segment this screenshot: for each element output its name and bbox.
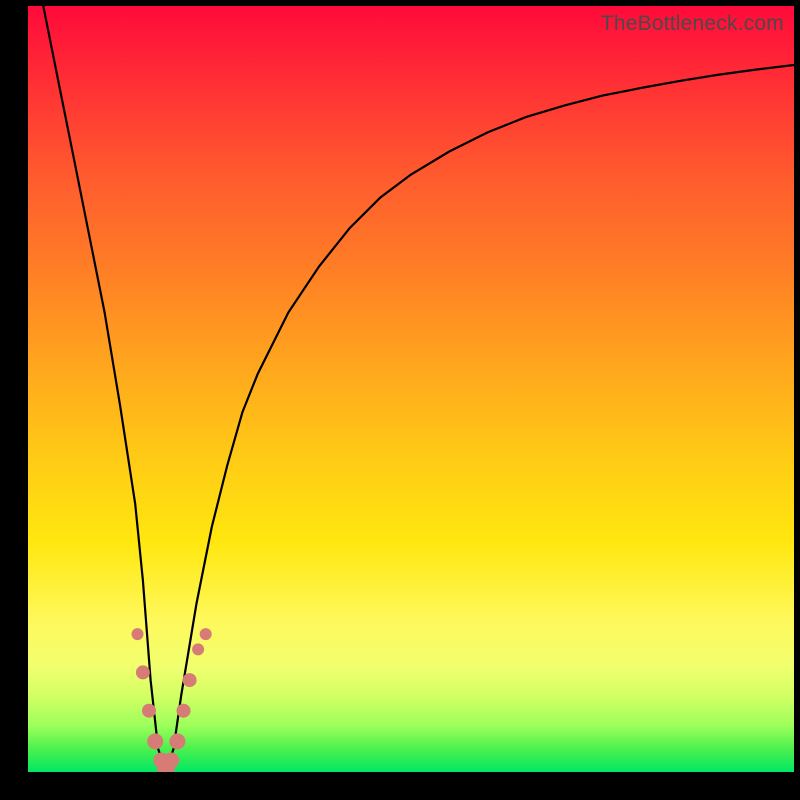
highlight-dot	[183, 673, 197, 687]
highlight-dot	[132, 628, 144, 640]
highlight-dot	[200, 628, 212, 640]
bottleneck-curve	[43, 6, 794, 772]
highlight-dots	[132, 628, 212, 772]
chart-frame: TheBottleneck.com	[0, 0, 800, 800]
highlight-dot	[169, 733, 185, 749]
highlight-dot	[142, 704, 156, 718]
plot-area: TheBottleneck.com	[28, 6, 794, 772]
highlight-dot	[177, 704, 191, 718]
curve-layer	[28, 6, 794, 772]
highlight-dot	[136, 665, 150, 679]
highlight-dot	[192, 643, 204, 655]
highlight-dot	[163, 753, 179, 769]
highlight-dot	[147, 733, 163, 749]
